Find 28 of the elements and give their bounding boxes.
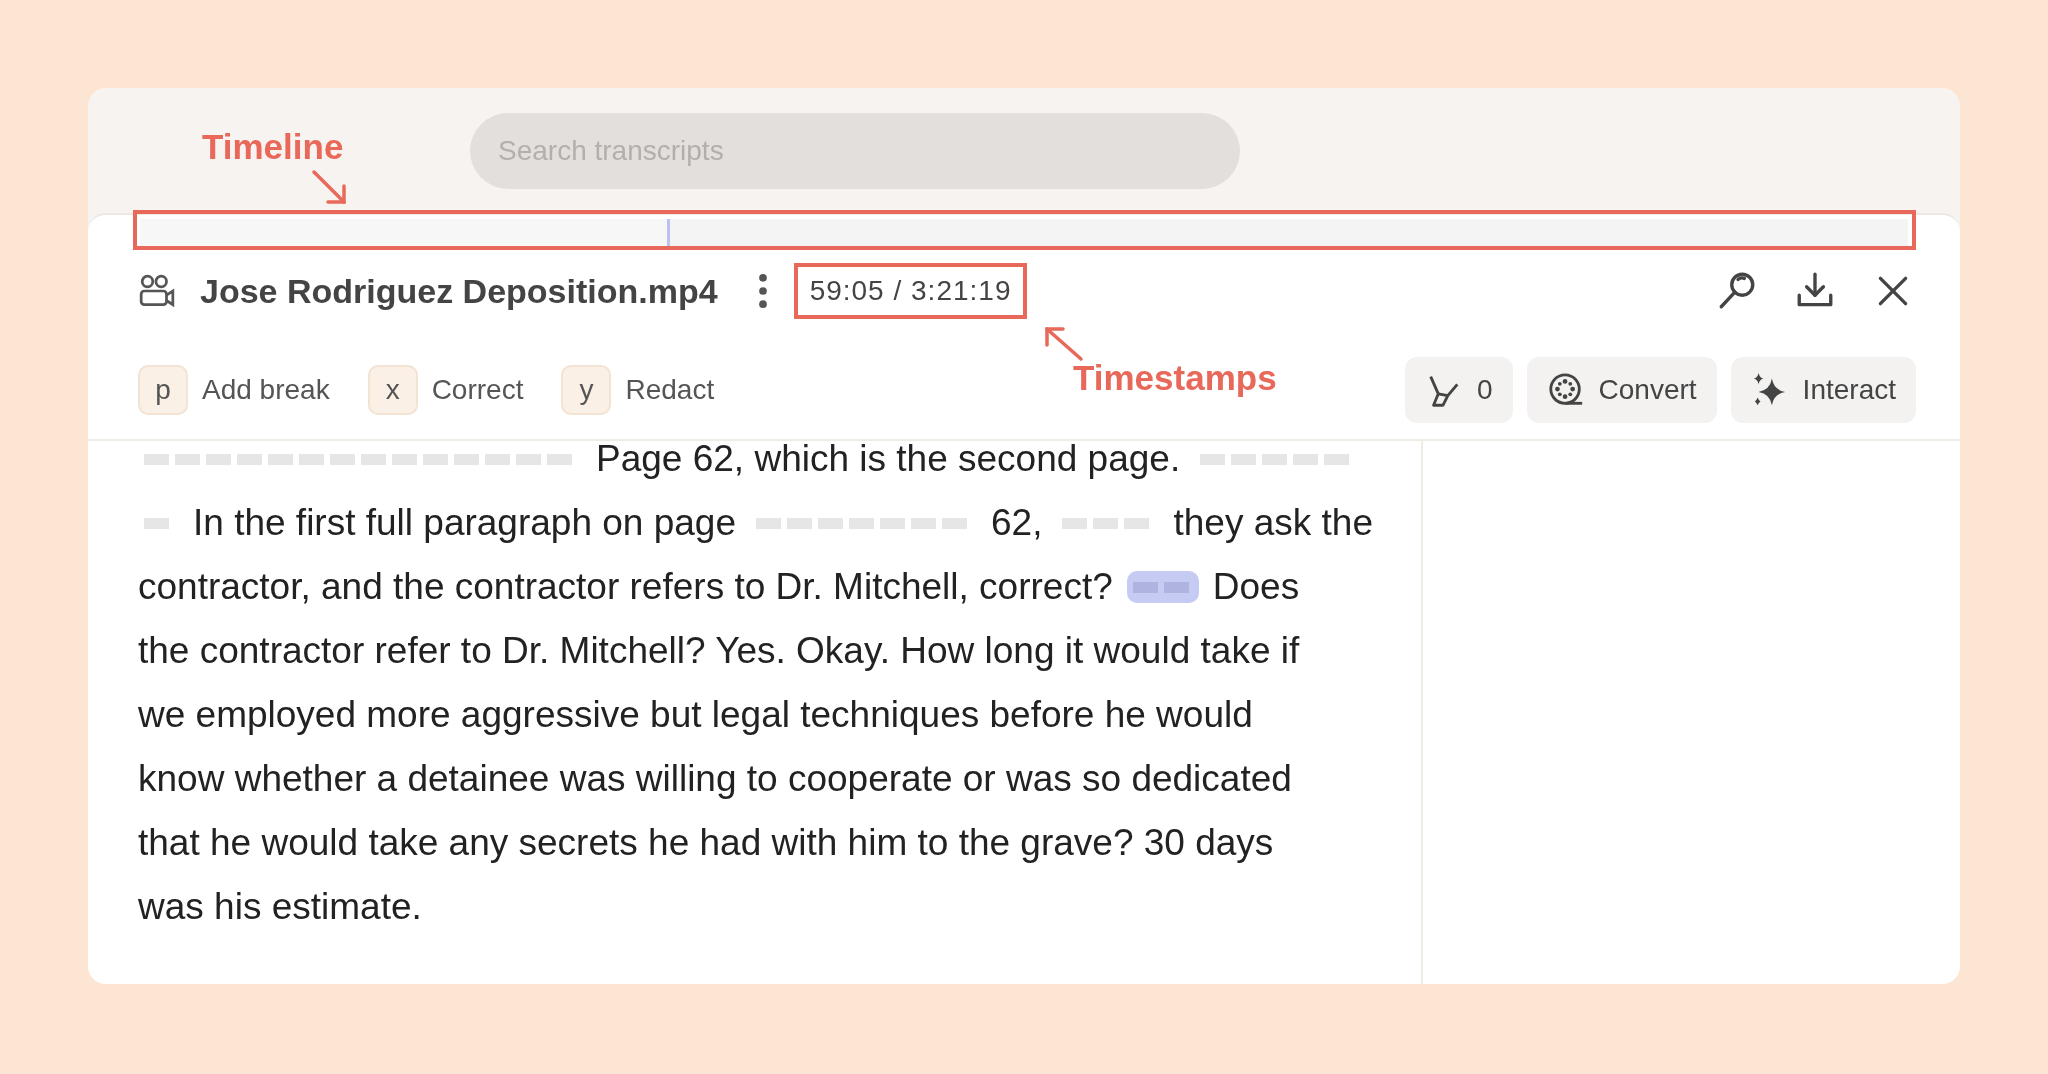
transcript-text: Page 62, which is the second page. xyxy=(596,437,1181,481)
transcript-text: Does xyxy=(1212,565,1300,609)
video-people-icon xyxy=(138,274,176,308)
shortcut-label[interactable]: Add break xyxy=(202,374,330,406)
shortcut-key: x xyxy=(367,365,418,415)
shortcut-key: p xyxy=(138,365,188,415)
transcript-text: know whether a detainee was willing to cooperate or was so dedicated xyxy=(138,757,1292,801)
convert-button[interactable]: Convert xyxy=(1526,357,1717,423)
annotation-label: Timestamps xyxy=(1073,358,1277,398)
file-title: Jose Rodriguez Deposition.mp4 xyxy=(200,271,718,311)
timeline-track[interactable] xyxy=(140,219,1908,249)
highlight-count-button[interactable]: 0 xyxy=(1405,357,1513,423)
annotation-label: Timeline xyxy=(202,127,344,167)
pause-marker[interactable] xyxy=(1126,571,1199,603)
transcript-text: the contractor refer to Dr. Mitchell? Yes. Okay. How long it would take if xyxy=(138,629,1300,673)
transcript-text: contractor, and the contractor refers to Dr. Mitchell, correct? xyxy=(138,565,1113,609)
interact-button[interactable]: Interact xyxy=(1730,357,1916,423)
transcript-text: they ask the xyxy=(1173,501,1373,545)
transcript-text: was his estimate. xyxy=(138,885,422,929)
timestamp: 59:05 / 3:21:19 xyxy=(793,263,1028,319)
shortcut-key: y xyxy=(561,365,612,415)
shortcut-label[interactable]: Redact xyxy=(625,374,715,406)
transcript-text: 62, xyxy=(991,501,1043,545)
transcript-text: that he would take any secrets he had with him to the grave? 30 days xyxy=(138,821,1274,865)
transcript-text: In the first full paragraph on page xyxy=(193,501,737,545)
transcript-text: we employed more aggressive but legal techniques before he would xyxy=(138,693,1253,737)
more-options-icon[interactable] xyxy=(757,273,768,309)
shortcut-label[interactable]: Correct xyxy=(431,374,524,406)
